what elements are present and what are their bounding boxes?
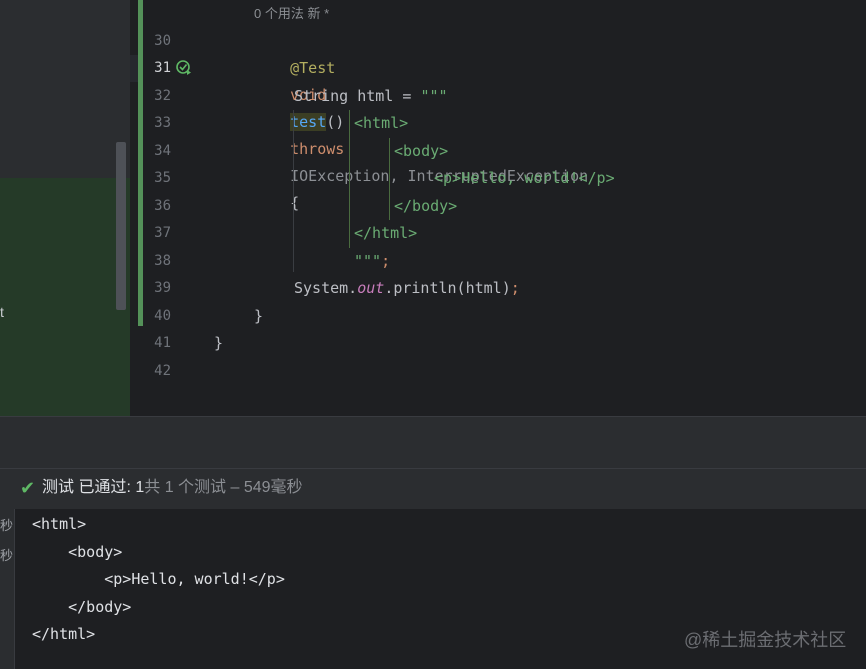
line-number: 42	[154, 363, 171, 379]
indent-guide	[293, 110, 294, 272]
text-block-close-quote: """	[354, 252, 382, 270]
line-number: 41	[154, 335, 171, 351]
out-field: out	[357, 279, 385, 297]
method-name[interactable]: test	[290, 113, 327, 131]
check-icon: ✔	[20, 478, 36, 498]
class-close-brace: }	[214, 334, 224, 352]
println-statement: System.out.println(html);	[294, 275, 520, 302]
tree-duration-fragment: 秒	[0, 518, 14, 533]
semicolon: ;	[510, 279, 520, 297]
indent-guide	[349, 110, 350, 248]
line-number: 38	[154, 253, 171, 269]
paragraph-line: <p>Hello, world!</p>	[434, 169, 615, 187]
console-line: <body>	[32, 543, 123, 561]
method-parens: ()	[326, 113, 345, 131]
open-brace: {	[290, 194, 300, 212]
tool-window-header	[0, 416, 866, 469]
selected-region	[0, 178, 130, 416]
console-line: </html>	[32, 625, 96, 643]
line-number: 37	[154, 225, 171, 241]
line-number: 35	[154, 170, 171, 186]
left-scrollbar[interactable]	[116, 142, 126, 310]
text-block-open: """	[420, 87, 448, 105]
tree-duration-fragment: 秒	[0, 548, 14, 563]
text-block-close: """;	[354, 248, 390, 275]
watermark: @稀土掘金技术社区	[684, 630, 847, 650]
semicolon: ;	[381, 252, 391, 270]
println-call: .println(html)	[384, 279, 511, 297]
left-panel-fragment: t	[0, 304, 4, 320]
line-number: 33	[154, 115, 171, 131]
line-number: 36	[154, 198, 171, 214]
line-number: 40	[154, 308, 171, 324]
test-passed-label: 测试 已通过: 1	[42, 479, 145, 496]
test-detail: 共 1 个测试 – 549毫秒	[144, 479, 303, 496]
test-status-bar: ✔ 测试 已通过: 1共 1 个测试 – 549毫秒	[0, 468, 866, 509]
declaration-text: String html =	[294, 87, 421, 105]
line-number: 30	[154, 33, 171, 49]
line-number: 32	[154, 88, 171, 104]
line-number: 34	[154, 143, 171, 159]
system-class: System.	[294, 279, 358, 297]
console-line: <html>	[32, 515, 87, 533]
method-declaration: void test() throws IOException, Interrup…	[254, 55, 588, 212]
project-tool-window[interactable]: t	[0, 0, 130, 416]
method-close-brace: }	[254, 307, 264, 325]
body-close-tag: </body>	[394, 197, 458, 215]
usage-hint[interactable]: 0 个用法 新 *	[254, 0, 329, 27]
throws-keyword: throws	[290, 140, 345, 158]
console-line: </body>	[32, 598, 132, 616]
line-number: 31	[154, 60, 171, 76]
indent-guide	[389, 138, 390, 220]
body-open-tag: <body>	[394, 142, 449, 160]
html-close-tag: </html>	[354, 224, 418, 242]
run-test-passed-icon[interactable]	[176, 60, 192, 76]
string-declaration: String html = """	[294, 83, 448, 110]
console-line: <p>Hello, world!</p>	[32, 570, 285, 588]
line-number: 39	[154, 280, 171, 296]
code-editor[interactable]: 0 个用法 新 * @Test void test() throws IOExc…	[211, 0, 866, 416]
test-tree-edge[interactable]: 秒 秒	[0, 509, 15, 669]
html-open-tag: <html>	[354, 114, 409, 132]
